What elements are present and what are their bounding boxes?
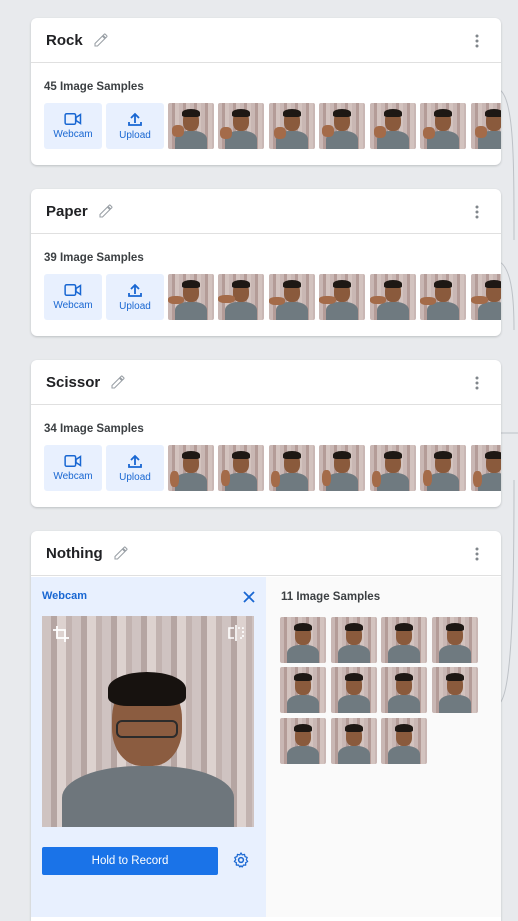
sample-count: 34 Image Samples (44, 423, 144, 435)
card-header: Rock (31, 18, 501, 63)
class-card-scissor: Scissor 34 Image Samples Webcam Upload (31, 360, 501, 507)
upload-label: Upload (119, 129, 151, 141)
card-header: Scissor (31, 360, 501, 405)
sample-thumbnail[interactable] (269, 274, 315, 320)
class-name[interactable]: Nothing (46, 545, 103, 562)
sample-thumbnail[interactable] (269, 445, 315, 491)
sample-thumbnail[interactable] (381, 718, 427, 764)
sample-thumbnail[interactable] (420, 274, 466, 320)
class-card-rock: Rock 45 Image Samples Webcam Upload (31, 18, 501, 165)
webcam-panel: Webcam Hold to Record (31, 577, 266, 917)
sample-thumbnail[interactable] (432, 667, 478, 713)
videocam-icon (64, 455, 82, 467)
card-header: Nothing (31, 531, 501, 576)
videocam-icon (64, 113, 82, 125)
videocam-icon (64, 284, 82, 296)
sample-thumbnail[interactable] (381, 617, 427, 663)
webcam-panel-title: Webcam (42, 590, 88, 602)
upload-button[interactable]: Upload (106, 274, 164, 320)
sample-thumbnail[interactable] (319, 274, 365, 320)
sample-thumbnail[interactable] (319, 103, 365, 149)
class-name[interactable]: Scissor (46, 374, 100, 391)
crop-icon[interactable] (52, 625, 70, 643)
pencil-icon[interactable] (110, 374, 126, 390)
webcam-label: Webcam (53, 300, 93, 311)
sample-thumbnail[interactable] (331, 667, 377, 713)
sample-thumbnail[interactable] (269, 103, 315, 149)
more-vert-icon[interactable] (469, 546, 485, 562)
sample-thumbnail[interactable] (370, 445, 416, 491)
upload-label: Upload (119, 471, 151, 483)
more-vert-icon[interactable] (469, 33, 485, 49)
sample-thumbnail[interactable] (471, 103, 501, 149)
upload-icon (128, 112, 142, 126)
card-header: Paper (31, 189, 501, 234)
upload-icon (128, 454, 142, 468)
sample-count: 45 Image Samples (44, 81, 144, 93)
connector-lines (499, 89, 518, 704)
class-card-paper: Paper 39 Image Samples Webcam Upload (31, 189, 501, 336)
sample-thumbnail[interactable] (168, 103, 214, 149)
hold-to-record-button[interactable]: Hold to Record (42, 847, 218, 875)
sample-thumbnail[interactable] (420, 103, 466, 149)
class-card-nothing: Nothing Webcam Hold to Record 11 Image S… (31, 531, 501, 921)
sample-thumbnail[interactable] (331, 718, 377, 764)
sample-thumbnail[interactable] (370, 103, 416, 149)
pencil-icon[interactable] (98, 203, 114, 219)
flip-icon[interactable] (227, 624, 245, 642)
sample-count: 39 Image Samples (44, 252, 144, 264)
sample-thumbnail[interactable] (471, 445, 501, 491)
sample-thumbnail[interactable] (319, 445, 365, 491)
webcam-label: Webcam (53, 129, 93, 140)
sample-thumbnail[interactable] (381, 667, 427, 713)
sample-thumbnail[interactable] (280, 667, 326, 713)
sample-thumbnail[interactable] (168, 445, 214, 491)
close-icon[interactable] (242, 590, 256, 604)
pencil-icon[interactable] (93, 32, 109, 48)
upload-label: Upload (119, 300, 151, 312)
sample-thumbnail[interactable] (432, 617, 478, 663)
more-vert-icon[interactable] (469, 204, 485, 220)
sample-thumbnails (168, 103, 501, 149)
sample-thumbnail[interactable] (331, 617, 377, 663)
sample-thumbnail[interactable] (218, 103, 264, 149)
sample-thumbnail[interactable] (420, 445, 466, 491)
samples-panel: 11 Image Samples (266, 577, 501, 917)
gear-icon[interactable] (232, 851, 250, 869)
sample-thumbnails (168, 445, 501, 491)
upload-button[interactable]: Upload (106, 103, 164, 149)
upload-button[interactable]: Upload (106, 445, 164, 491)
class-name[interactable]: Paper (46, 203, 88, 220)
webcam-button[interactable]: Webcam (44, 445, 102, 491)
more-vert-icon[interactable] (469, 375, 485, 391)
sample-thumbnails (168, 274, 501, 320)
sample-thumbnail[interactable] (168, 274, 214, 320)
webcam-label: Webcam (53, 471, 93, 482)
webcam-preview (42, 616, 254, 827)
webcam-button[interactable]: Webcam (44, 103, 102, 149)
upload-icon (128, 283, 142, 297)
webcam-button[interactable]: Webcam (44, 274, 102, 320)
sample-thumbnail[interactable] (280, 617, 326, 663)
pencil-icon[interactable] (113, 545, 129, 561)
sample-thumbnail[interactable] (218, 445, 264, 491)
sample-thumbnail[interactable] (370, 274, 416, 320)
class-name[interactable]: Rock (46, 32, 83, 49)
sample-thumbnail[interactable] (471, 274, 501, 320)
sample-thumbnail[interactable] (218, 274, 264, 320)
sample-thumbnail[interactable] (280, 718, 326, 764)
sample-count: 11 Image Samples (281, 591, 381, 603)
